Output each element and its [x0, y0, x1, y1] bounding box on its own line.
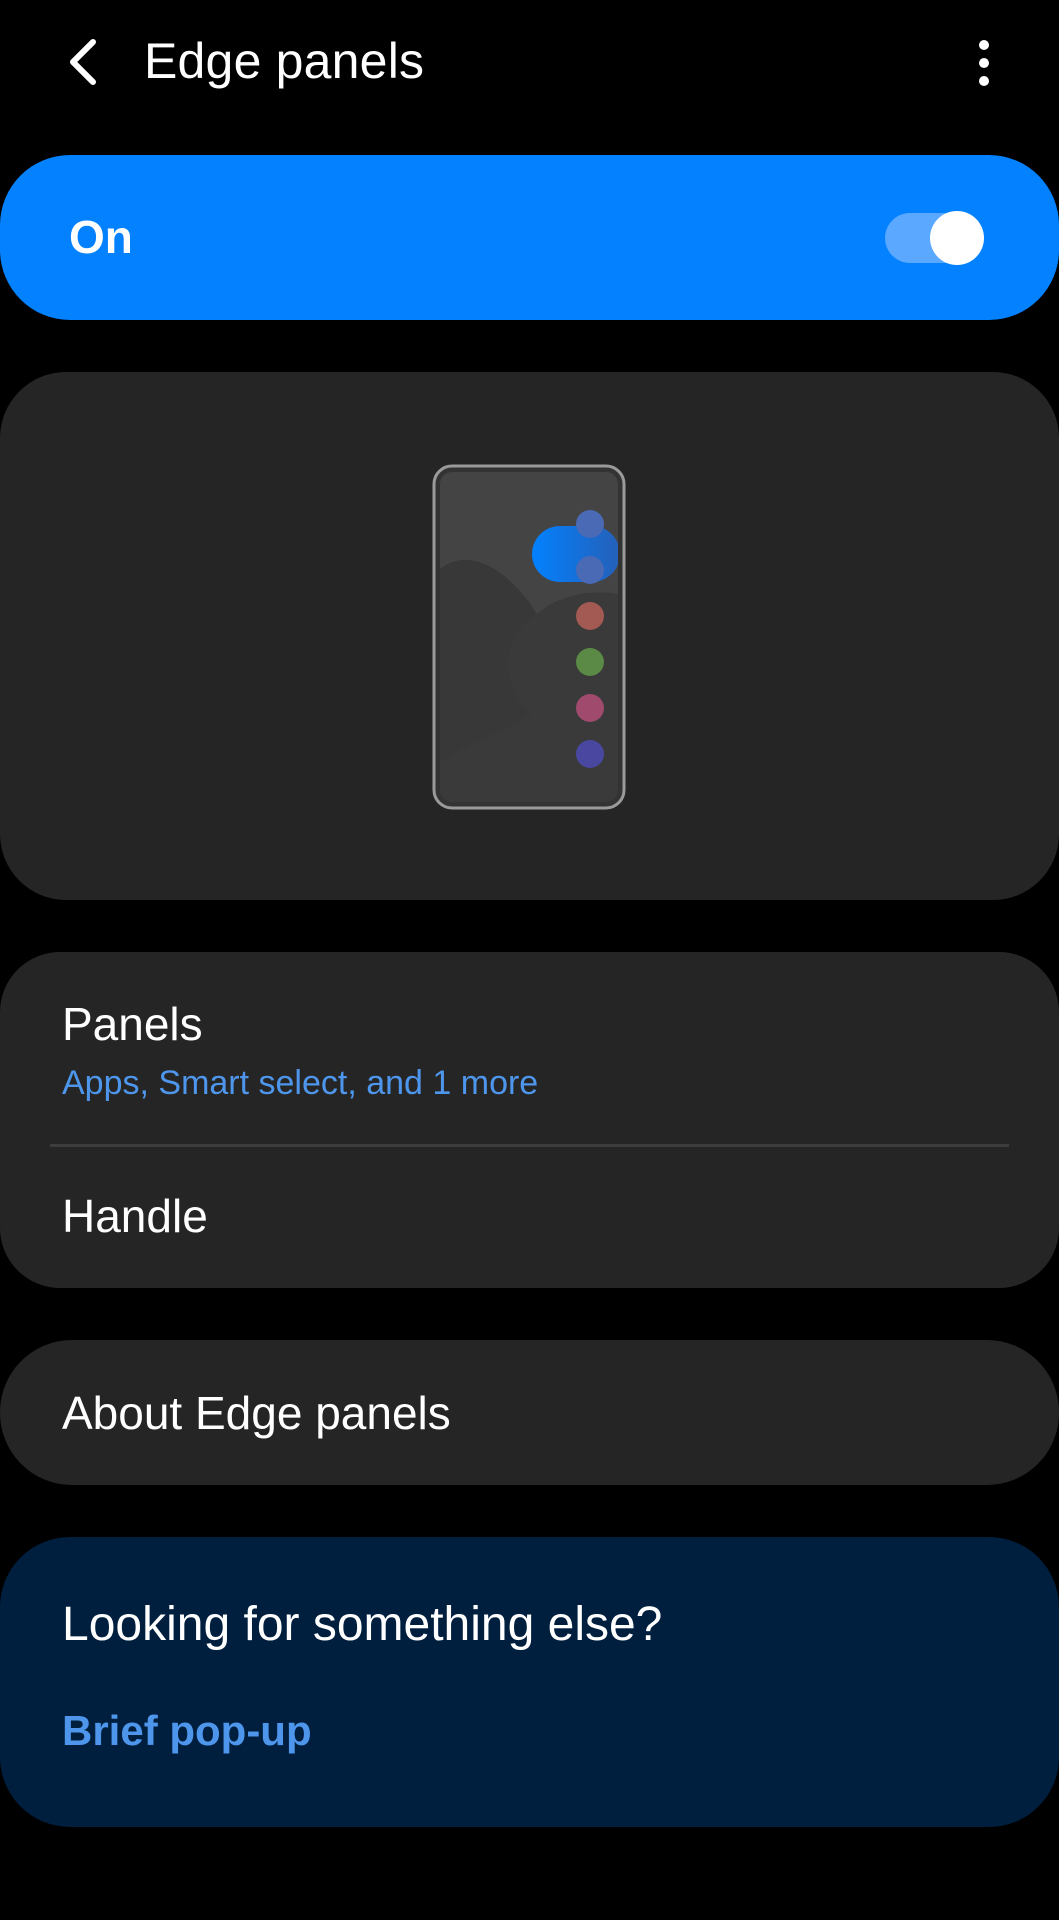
suggestions-title: Looking for something else?	[62, 1598, 663, 1651]
master-switch-bar[interactable]: On	[0, 155, 1059, 320]
back-button[interactable]	[48, 22, 118, 102]
edge-panels-settings-screen: Edge panels On Panels Apps, Smart select…	[0, 0, 1059, 1920]
panels-setting-row[interactable]: Panels Apps, Smart select, and 1 more	[0, 952, 1059, 1144]
master-toggle-switch[interactable]	[885, 210, 985, 266]
page-title: Edge panels	[144, 33, 425, 89]
panels-summary: Apps, Smart select, and 1 more	[62, 1064, 539, 1102]
brief-popup-link[interactable]: Brief pop-up	[62, 1707, 312, 1755]
chevron-left-icon	[70, 39, 96, 85]
settings-group: Panels Apps, Smart select, and 1 more Ha…	[0, 952, 1059, 1288]
illustration-card	[0, 372, 1059, 900]
handle-setting-row[interactable]: Handle	[0, 1147, 1059, 1288]
master-switch-label: On	[69, 211, 133, 263]
about-label: About Edge panels	[62, 1387, 451, 1439]
edge-panel-illustration	[432, 464, 626, 810]
more-vertical-icon	[979, 40, 989, 86]
handle-label: Handle	[62, 1190, 208, 1242]
suggestions-card: Looking for something else? Brief pop-up	[0, 1537, 1059, 1827]
about-edge-panels-row[interactable]: About Edge panels	[0, 1340, 1059, 1485]
panels-label: Panels	[62, 998, 203, 1050]
more-options-button[interactable]	[949, 26, 1019, 100]
toggle-thumb	[930, 211, 984, 265]
app-bar: Edge panels	[0, 0, 1059, 130]
